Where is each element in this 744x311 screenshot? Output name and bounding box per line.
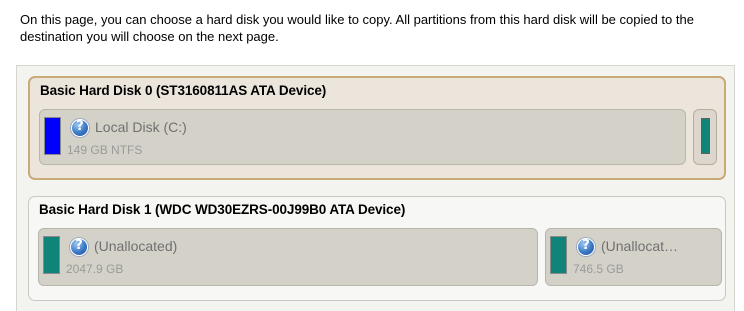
disk-0-title: Basic Hard Disk 0 (ST3160811AS ATA Devic… [40,83,327,98]
partition-local-disk-c[interactable]: Local Disk (C:) 149 GB NTFS [39,109,686,165]
partition-color-bar [43,236,60,274]
partition-size: 2047.9 GB [66,262,124,276]
partition-name: Local Disk (C:) [95,119,187,135]
partition-name: (Unallocated) [94,238,178,254]
extended-partition-area[interactable] [693,109,717,165]
partition-size: 746.5 GB [573,262,624,276]
page-instructions: On this page, you can choose a hard disk… [20,12,694,44]
partition-name: (Unallocat… [601,238,679,254]
help-icon [70,238,88,256]
help-icon [577,238,595,256]
disk-list: Basic Hard Disk 0 (ST3160811AS ATA Devic… [16,65,735,311]
partition-unallocated-2[interactable]: (Unallocat… 746.5 GB [545,228,722,286]
partition-unallocated-1[interactable]: (Unallocated) 2047.9 GB [38,228,538,286]
partition-color-bar [701,118,710,154]
partition-color-bar [44,117,61,155]
partition-size: 149 GB NTFS [67,143,143,157]
disk-1-title: Basic Hard Disk 1 (WDC WD30EZRS-00J99B0 … [39,202,406,217]
partition-color-bar [550,236,567,274]
disk-0[interactable]: Basic Hard Disk 0 (ST3160811AS ATA Devic… [28,76,726,180]
disk-1[interactable]: Basic Hard Disk 1 (WDC WD30EZRS-00J99B0 … [28,196,726,301]
help-icon [71,119,89,137]
